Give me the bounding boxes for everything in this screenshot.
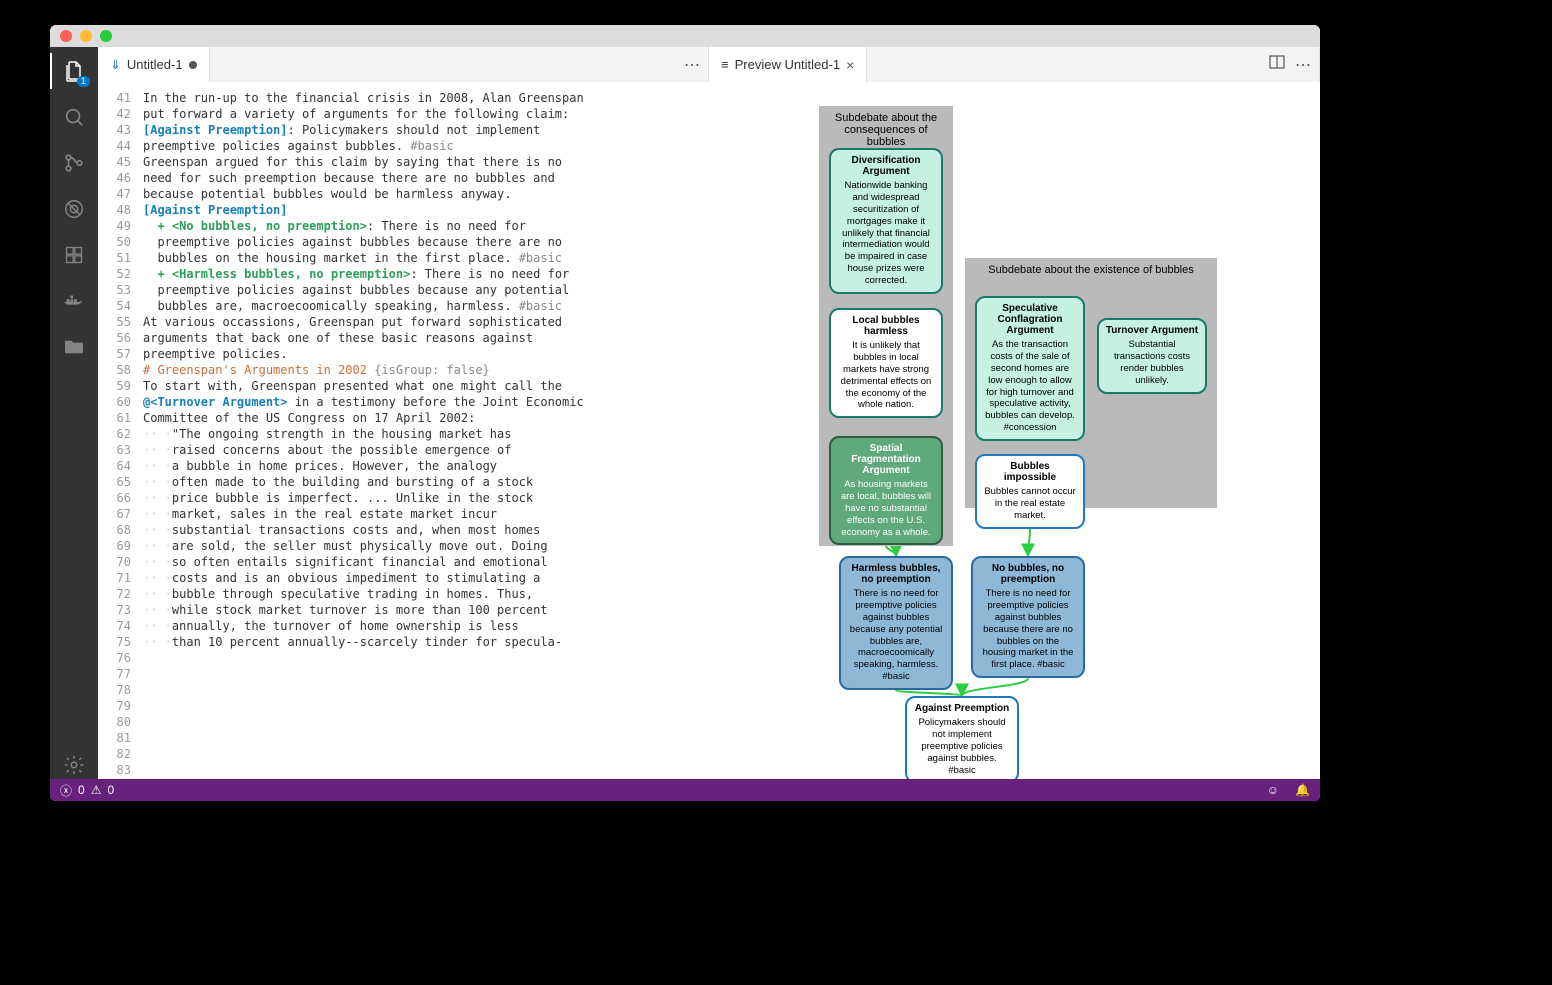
tab-label: Preview Untitled-1 (735, 57, 841, 72)
extensions-icon[interactable] (60, 241, 88, 269)
diagram-node[interactable]: Bubbles impossible Bubbles cannot occur i… (975, 454, 1085, 529)
node-body: Substantial transactions costs render bu… (1105, 339, 1199, 387)
status-feedback-icon[interactable]: ☺ (1267, 783, 1279, 797)
window-minimize-button[interactable] (80, 30, 92, 42)
folder-icon[interactable] (60, 333, 88, 361)
node-body: Policymakers should not implement preemp… (913, 717, 1011, 776)
activity-bar: 1 (50, 47, 98, 779)
preview-more-icon[interactable]: ⋯ (1295, 55, 1311, 75)
titlebar[interactable] (50, 25, 1320, 47)
source-control-icon[interactable] (60, 149, 88, 177)
status-warnings-count[interactable]: 0 (107, 783, 114, 797)
tab-dirty-indicator (189, 61, 197, 69)
group-title: Subdebate about the existence of bubbles (965, 258, 1217, 282)
status-errors-count[interactable]: 0 (78, 783, 85, 797)
tab-editor[interactable]: ⇓ Untitled-1 (98, 47, 210, 82)
node-body: It is unlikely that bubbles in local mar… (837, 340, 935, 411)
tab-close-icon[interactable]: × (846, 57, 854, 73)
node-title: Against Preemption (913, 703, 1011, 714)
node-title: Spatial Fragmentation Argument (837, 443, 935, 476)
node-body: As the transaction costs of the sale of … (983, 339, 1077, 434)
node-body: As housing markets are local, bubbles wi… (837, 479, 935, 538)
debug-icon[interactable] (60, 195, 88, 223)
tab-label: Untitled-1 (127, 57, 183, 72)
node-title: Turnover Argument (1105, 325, 1199, 336)
settings-gear-icon[interactable] (60, 751, 88, 779)
diagram-node[interactable]: Local bubbles harmless It is unlikely tha… (829, 308, 943, 418)
group-title: Subdebate about the consequences of bubb… (819, 106, 953, 154)
tab-preview[interactable]: ≡ Preview Untitled-1 × (709, 47, 867, 82)
node-title: Speculative Conflagration Argument (983, 303, 1077, 336)
status-errors-icon[interactable]: ⓧ (60, 782, 72, 799)
argument-diagram: Subdebate about the consequences of bubb… (709, 82, 1320, 779)
node-title: No bubbles, no preemption (979, 563, 1077, 585)
status-bar[interactable]: ⓧ 0 ⚠ 0 ☺ 🔔 (50, 779, 1320, 801)
split-editor-icon[interactable] (1269, 54, 1285, 75)
diagram-node[interactable]: Turnover Argument Substantial transaction… (1097, 318, 1207, 394)
diagram-node[interactable]: No bubbles, no preemption There is no nee… (971, 556, 1085, 678)
node-title: Harmless bubbles, no preemption (847, 563, 945, 585)
tab-icon: ⇓ (110, 57, 121, 73)
tab-preview-icon: ≡ (721, 57, 729, 72)
node-title: Local bubbles harmless (837, 315, 935, 337)
diagram-node[interactable]: Diversification Argument Nationwide banki… (829, 148, 943, 294)
code-content[interactable]: In the run-up to the financial crisis in… (143, 82, 709, 779)
editor-pane[interactable]: 4142434445464748495051525354555657585960… (98, 82, 709, 779)
preview-pane[interactable]: Subdebate about the consequences of bubb… (709, 82, 1320, 779)
line-gutter: 4142434445464748495051525354555657585960… (98, 82, 143, 779)
editor-more-icon[interactable]: ⋯ (684, 55, 700, 75)
window-close-button[interactable] (60, 30, 72, 42)
diagram-node[interactable]: Spatial Fragmentation ArgumentAs housing… (829, 436, 943, 545)
explorer-badge: 1 (77, 76, 90, 87)
search-icon[interactable] (60, 103, 88, 131)
status-bell-icon[interactable]: 🔔 (1295, 783, 1310, 797)
node-body: There is no need for preemptive policies… (979, 588, 1077, 671)
node-title: Bubbles impossible (983, 461, 1077, 483)
docker-icon[interactable] (60, 287, 88, 315)
node-body: There is no need for preemptive policies… (847, 588, 945, 683)
diagram-node[interactable]: Speculative Conflagration ArgumentAs the… (975, 296, 1085, 441)
node-body: Nationwide banking and widespread securi… (837, 180, 935, 287)
diagram-node[interactable]: Harmless bubbles, no preemption There is … (839, 556, 953, 690)
node-title: Diversification Argument (837, 155, 935, 177)
tab-bar: ⇓ Untitled-1 ⋯ ≡ Preview Untitled-1 × (98, 47, 1320, 82)
explorer-icon[interactable]: 1 (60, 57, 88, 85)
window-maximize-button[interactable] (100, 30, 112, 42)
status-warnings-icon[interactable]: ⚠ (91, 783, 102, 797)
node-body: Bubbles cannot occur in the real estate … (983, 486, 1077, 522)
app-window: 1 (50, 25, 1320, 801)
diagram-node[interactable]: Against Preemption Policymakers should no… (905, 696, 1019, 779)
